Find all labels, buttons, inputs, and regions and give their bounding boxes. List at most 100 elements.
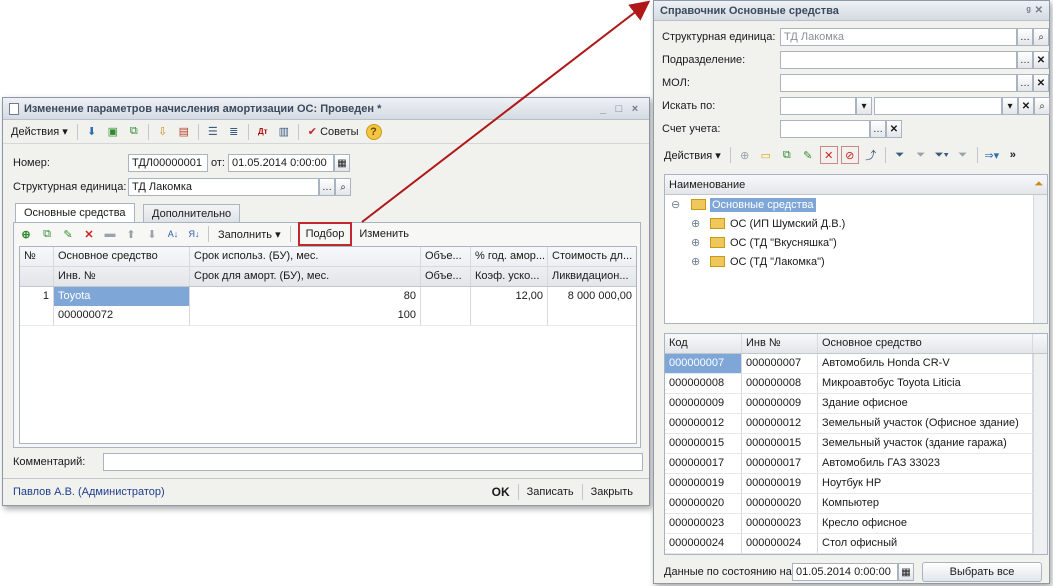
add-icon[interactable]: ⊕: [736, 146, 754, 164]
status-date-field[interactable]: 01.05.2014 0:00:00: [792, 563, 898, 581]
move-folder-icon[interactable]: ⤴: [862, 146, 880, 164]
collapse-icon[interactable]: ⊖: [671, 198, 687, 211]
tree-scrollbar[interactable]: [1033, 195, 1047, 323]
col-liquidation[interactable]: Ликвидацион...: [548, 267, 636, 286]
list-row[interactable]: 000000009 000000009 Здание офисное: [665, 394, 1047, 414]
copy-icon[interactable]: ⧉: [778, 146, 796, 164]
sort-desc-icon[interactable]: Я↓: [185, 225, 203, 243]
table-row-2[interactable]: 000000072 100: [20, 306, 636, 326]
select-dots-icon[interactable]: …: [1017, 74, 1033, 92]
report-menu-icon[interactable]: ⇒▾: [983, 146, 1001, 164]
cell-cost[interactable]: 8 000 000,00: [548, 287, 636, 306]
report-icon[interactable]: ▥: [275, 123, 293, 141]
close-button[interactable]: ×: [627, 103, 643, 115]
tab-fixed-assets[interactable]: Основные средства: [15, 203, 135, 223]
filter-menu-icon[interactable]: ⏷▾: [933, 146, 951, 164]
table-row[interactable]: 1 Toyota 80 12,00 8 000 000,00: [20, 287, 636, 306]
tree-item[interactable]: ⊕ ОС (ИП Шумский Д.В.): [665, 214, 1047, 233]
catalog-actions-menu[interactable]: Действия ▾: [660, 147, 725, 164]
col-cost[interactable]: Стоимость дл...: [548, 247, 636, 266]
cell-volume-2[interactable]: [421, 306, 471, 325]
more-icon[interactable]: »: [1004, 146, 1022, 164]
delete-icon[interactable]: ✕: [80, 225, 98, 243]
filter-icon[interactable]: ⏷: [891, 146, 909, 164]
maximize-button[interactable]: □: [611, 103, 627, 115]
col-useful-life[interactable]: Срок использ. (БУ), мес.: [190, 247, 421, 266]
comment-field[interactable]: [103, 453, 643, 471]
move-up-icon[interactable]: ⬆: [122, 225, 140, 243]
calendar-icon[interactable]: ▦: [898, 563, 914, 581]
col-inv[interactable]: Инв. №: [54, 267, 190, 286]
cell-liquidation[interactable]: [548, 306, 636, 325]
based-on-icon[interactable]: ⇩: [154, 123, 172, 141]
help-icon[interactable]: ?: [365, 123, 382, 140]
change-button[interactable]: Изменить: [355, 226, 413, 242]
col-coef[interactable]: Коэф. уско...: [471, 267, 548, 286]
filter-mol-field[interactable]: [780, 74, 1017, 92]
mark-delete-icon[interactable]: ✕: [819, 146, 838, 164]
filter-list-icon[interactable]: ⏷: [912, 146, 930, 164]
choose-all-button[interactable]: Выбрать все: [922, 562, 1042, 582]
cell-volume[interactable]: [421, 287, 471, 306]
col-code[interactable]: Код: [665, 334, 742, 353]
unit-field[interactable]: ТД Лакомка: [128, 178, 319, 196]
list-row[interactable]: 000000024 000000024 Стол офисный: [665, 534, 1047, 554]
advice-button[interactable]: ✔ Советы: [304, 123, 363, 140]
catalog-title-bar[interactable]: Справочник Основные средства ᵍ ✕: [654, 1, 1049, 21]
col-amort-life[interactable]: Срок для аморт. (БУ), мес.: [190, 267, 421, 286]
filter-clear-icon[interactable]: ⏷: [954, 146, 972, 164]
pick-button[interactable]: Подбор: [297, 222, 353, 246]
cell-inv[interactable]: 000000072: [54, 306, 190, 325]
ok-button[interactable]: OK: [486, 485, 516, 499]
expand-icon[interactable]: ⊕: [691, 236, 705, 249]
date-field[interactable]: 01.05.2014 0:00:00: [227, 154, 334, 172]
print-icon[interactable]: ▤: [175, 123, 193, 141]
select-dots-icon[interactable]: …: [1017, 51, 1033, 69]
calendar-icon[interactable]: ▦: [333, 154, 350, 172]
minimize-button[interactable]: _: [595, 103, 611, 115]
move-down-icon[interactable]: ⬇: [143, 225, 161, 243]
user-link[interactable]: Павлов А.В. (Администратор): [13, 486, 486, 498]
tree-header-label[interactable]: Наименование: [669, 179, 745, 191]
col-volume[interactable]: Объе...: [421, 247, 471, 266]
add-icon[interactable]: ⊕: [17, 225, 35, 243]
col-rate[interactable]: % год. амор...: [471, 247, 548, 266]
sort-icon[interactable]: ⏶: [1034, 178, 1043, 191]
no-delete-icon[interactable]: ⊘: [840, 146, 859, 164]
cell-amort-life[interactable]: 100: [190, 306, 421, 325]
number-field[interactable]: ТДЛ00000001: [128, 154, 208, 172]
select-dots-icon[interactable]: …: [1017, 28, 1033, 46]
document-title-bar[interactable]: Изменение параметров начисления амортиза…: [3, 98, 649, 120]
save-close-icon[interactable]: ⬇: [83, 123, 101, 141]
cell-asset[interactable]: Toyota: [54, 287, 190, 306]
search-by-select[interactable]: [780, 97, 856, 115]
tree-item-root[interactable]: ⊖ Основные средства: [665, 195, 1047, 214]
col-number[interactable]: №: [20, 247, 54, 266]
post-icon[interactable]: ▣: [104, 123, 122, 141]
search-icon[interactable]: ⌕: [335, 178, 351, 196]
copy-icon[interactable]: ⧉: [125, 123, 143, 141]
dt-kt-icon[interactable]: Дт: [254, 123, 272, 141]
expand-icon[interactable]: ⊕: [691, 217, 705, 230]
catalog-close-button[interactable]: ✕: [1035, 5, 1043, 16]
tab-additional[interactable]: Дополнительно: [143, 204, 241, 223]
clear-icon[interactable]: ✕: [1033, 74, 1049, 92]
clear-icon[interactable]: ✕: [1033, 51, 1049, 69]
list-row[interactable]: 000000017 000000017 Автомобиль ГАЗ 33023: [665, 454, 1047, 474]
add-folder-icon[interactable]: ▭: [757, 146, 775, 164]
cell-useful-life[interactable]: 80: [190, 287, 421, 306]
list-row[interactable]: 000000015 000000015 Земельный участок (зда…: [665, 434, 1047, 454]
list-row[interactable]: 000000020 000000020 Компьютер: [665, 494, 1047, 514]
add-copy-icon[interactable]: ⧉: [38, 225, 56, 243]
search-icon[interactable]: ⌕: [1034, 97, 1050, 115]
cell-rate[interactable]: 12,00: [471, 287, 548, 306]
close-doc-button[interactable]: Закрыть: [585, 486, 639, 498]
clear-icon[interactable]: ✕: [886, 120, 902, 138]
clear-icon[interactable]: ✕: [1018, 97, 1034, 115]
filter-unit-field[interactable]: ТД Лакомка: [780, 28, 1017, 46]
edit-icon[interactable]: ✎: [799, 146, 817, 164]
select-dots-icon[interactable]: …: [319, 178, 335, 196]
col-asset[interactable]: Основное средство: [54, 247, 190, 266]
list-row[interactable]: 000000012 000000012 Земельный участок (Офи…: [665, 414, 1047, 434]
structure-icon[interactable]: ☰: [204, 123, 222, 141]
